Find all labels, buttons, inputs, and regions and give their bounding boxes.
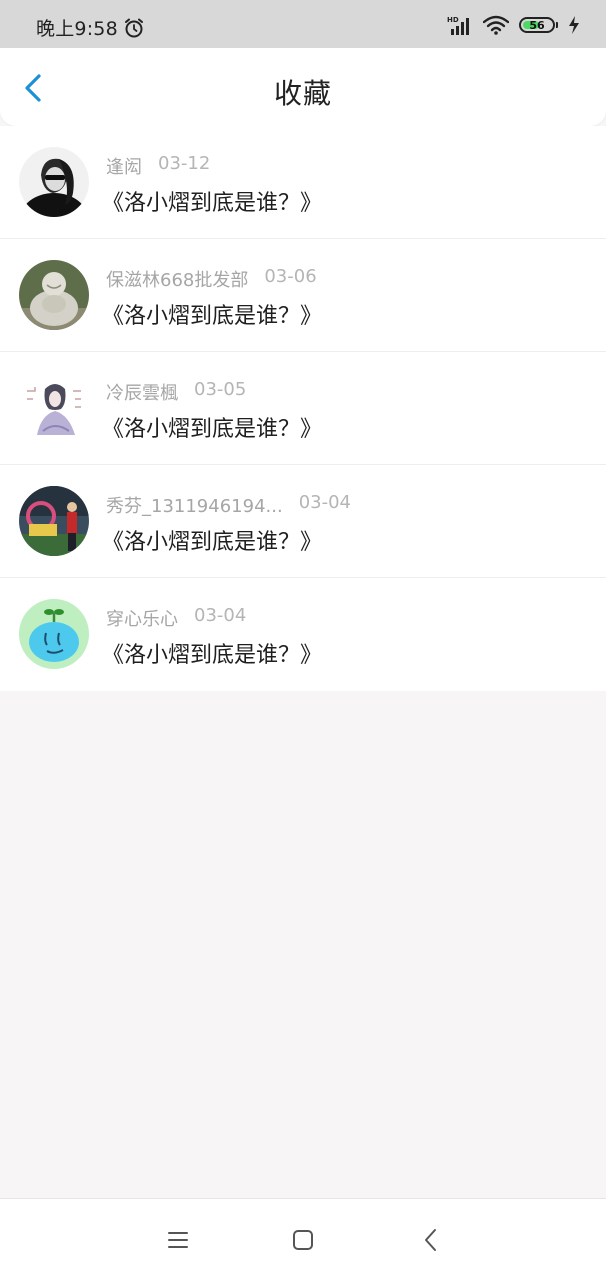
home-button[interactable]	[288, 1225, 318, 1255]
list-item[interactable]: 冷辰雲楓 03-05 《洛小熠到底是谁？》	[0, 352, 606, 465]
author-name: 冷辰雲楓	[106, 383, 178, 404]
status-bar: 晚上9:58 HD 56	[0, 0, 606, 48]
post-date: 03-06	[264, 266, 317, 287]
battery-cap	[556, 22, 558, 28]
post-date: 03-05	[194, 379, 247, 400]
author-name: 逢闳	[106, 157, 142, 178]
avatar[interactable]	[19, 486, 89, 556]
menu-icon	[168, 1232, 188, 1248]
post-title: 《洛小熠到底是谁？》	[102, 643, 323, 668]
home-icon	[293, 1230, 313, 1250]
post-date: 03-04	[298, 492, 351, 513]
list-item[interactable]: 保滋林668批发部 03-06 《洛小熠到底是谁？》	[0, 239, 606, 352]
avatar-cartoon-icon	[19, 599, 89, 669]
avatar[interactable]	[19, 260, 89, 330]
avatar-person-icon	[19, 147, 89, 217]
author-name: 保滋林668批发部	[106, 270, 249, 291]
alarm-icon	[125, 18, 143, 38]
post-title: 《洛小熠到底是谁？》	[102, 417, 323, 442]
wifi-icon	[483, 15, 509, 35]
avatar-illustration-icon	[19, 373, 89, 443]
author-name: 穿心乐心	[106, 609, 178, 630]
status-time: 晚上9:58	[36, 18, 118, 40]
list-item[interactable]: 穿心乐心 03-04 《洛小熠到底是谁？》	[0, 578, 606, 691]
page-title: 收藏	[273, 77, 332, 110]
battery-icon: 56	[519, 17, 555, 33]
hd-label: HD	[447, 16, 459, 24]
list-item[interactable]: 逢闳 03-12 《洛小熠到底是谁？》	[0, 126, 606, 239]
nav-back-button[interactable]	[416, 1225, 446, 1255]
header: 收藏	[0, 48, 606, 126]
post-title: 《洛小熠到底是谁？》	[102, 191, 323, 216]
post-title: 《洛小熠到底是谁？》	[102, 530, 323, 555]
favorites-list: 逢闳 03-12 《洛小熠到底是谁？》 保滋林668批发部 03-06 《洛小熠到底…	[0, 126, 606, 691]
menu-button[interactable]	[163, 1225, 193, 1255]
charging-icon	[569, 16, 579, 34]
avatar-photo-icon	[19, 486, 89, 556]
post-date: 03-12	[158, 153, 211, 174]
post-date: 03-04	[194, 605, 247, 626]
list-item[interactable]: 秀芬_1311946194... 03-04 《洛小熠到底是谁？》	[0, 465, 606, 578]
author-name: 秀芬_1311946194...	[106, 496, 283, 517]
signal-icon: HD	[447, 16, 469, 35]
back-icon	[425, 1229, 436, 1251]
battery-level: 56	[529, 18, 545, 32]
avatar[interactable]	[19, 147, 89, 217]
avatar[interactable]	[19, 599, 89, 669]
system-nav-bar	[0, 1198, 606, 1280]
avatar[interactable]	[19, 373, 89, 443]
post-title: 《洛小熠到底是谁？》	[102, 304, 323, 329]
avatar-statue-icon	[19, 260, 89, 330]
